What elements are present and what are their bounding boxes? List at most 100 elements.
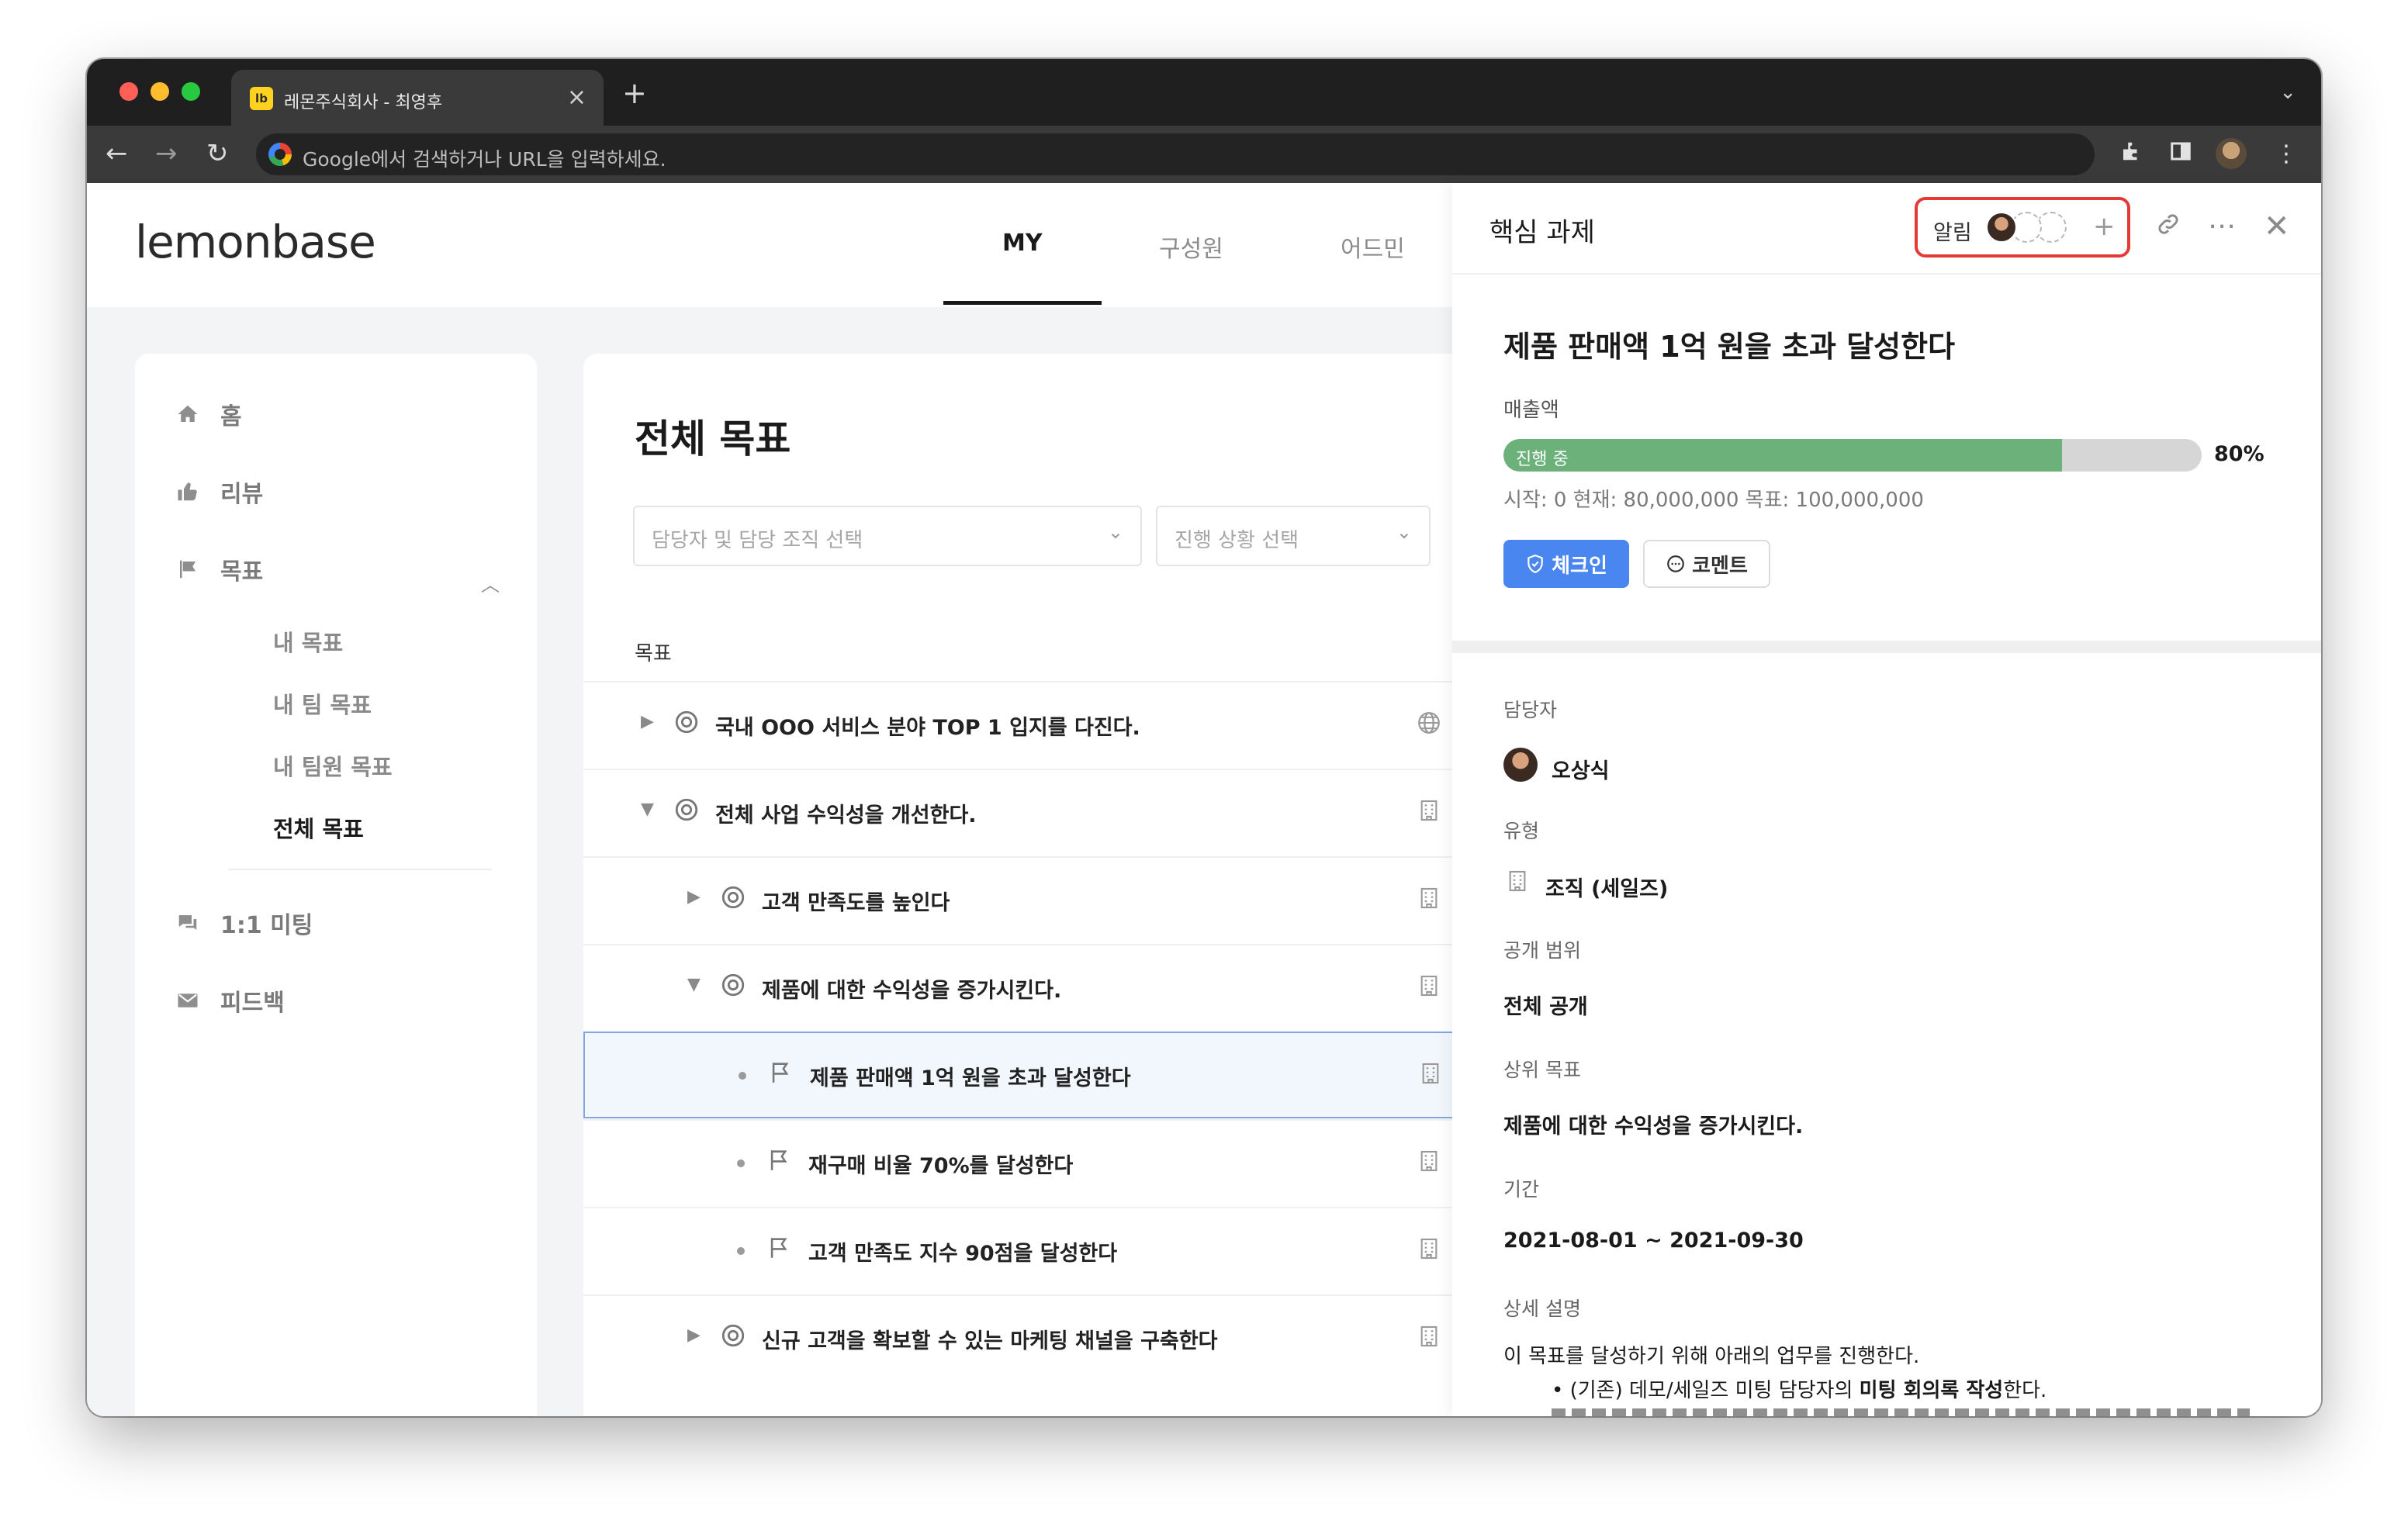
target-icon [718,883,748,912]
profile-avatar[interactable] [2216,138,2247,169]
sidebar-subitem-member-goals[interactable]: 내 팀원 목표 [273,749,393,782]
sidebar-item-goals[interactable]: 목표 [172,554,264,586]
more-horizontal-icon[interactable]: ⋯ [2208,211,2236,242]
caret-right-icon[interactable]: ▶ [641,712,654,731]
nav-tab-members[interactable]: 구성원 [1159,230,1223,264]
back-arrow-icon[interactable]: ← [106,138,128,169]
goal-title: 제품 판매액 1억 원을 초과 달성한다 [810,1066,1131,1090]
comment-button[interactable]: 코멘트 [1643,540,1770,588]
goal-row[interactable]: ▼ 전체 사업 수익성을 개선한다. [583,769,1468,855]
parent-goal-value[interactable]: 제품에 대한 수익성을 증가시킨다. [1503,1109,1803,1139]
building-icon [1415,884,1443,912]
goal-row[interactable]: ▶ 국내 OOO 서비스 분야 TOP 1 입지를 다진다. [583,681,1468,768]
goal-row[interactable]: 재구매 비율 70%를 달성한다 [583,1119,1468,1206]
chat-bubbles-icon [172,907,203,938]
forward-arrow-icon[interactable]: → [155,138,178,169]
notification-subscribers[interactable]: 알림 + [1915,197,2130,257]
sidebar-subitem-team-goals[interactable]: 내 팀 목표 [273,687,372,720]
extensions-puzzle-icon[interactable] [2119,140,2143,171]
description-bullet: • (기존) 데모/세일즈 미팅 담당자의 미팅 회의록 작성한다. [1552,1374,2046,1403]
reload-icon[interactable]: ↻ [206,138,229,169]
column-header-goal: 목표 [635,642,672,665]
tab-strip: lb 레몬주식회사 - 최영후 × + ⌄ [87,59,2321,126]
type-value: 조직 (세일즈) [1545,877,1669,901]
subscriber-avatar[interactable] [1986,212,2017,243]
status-filter-select[interactable]: 진행 상황 선택 ⌄ [1156,506,1431,566]
sidebar: 홈 리뷰 목표 ︿ 내 목표 내 팀 목표 내 팀원 목표 전체 목표 1:1 … [135,354,537,1416]
caret-down-icon[interactable]: ▼ [687,975,701,994]
goal-row[interactable]: ▶ 신규 고객을 확보할 수 있는 마케팅 채널을 구축한다 [583,1294,1468,1381]
add-subscriber-icon[interactable]: + [2093,211,2116,242]
shield-check-icon [1527,555,1543,573]
target-icon [672,707,701,737]
zoom-window-button[interactable] [182,82,200,101]
tab-title: 레몬주식회사 - 최영후 [284,93,443,112]
comment-label: 코멘트 [1692,554,1748,578]
metric-label: 매출액 [1503,399,1559,422]
sidebar-subitem-all-goals[interactable]: 전체 목표 [273,811,364,844]
sidebar-item-meeting[interactable]: 1:1 미팅 [172,907,313,939]
building-icon [1415,1322,1443,1350]
app-header: lemonbase MY 구성원 어드민 [87,183,1452,307]
home-icon [172,399,203,430]
chevron-down-icon: ⌄ [1396,521,1412,543]
description-bullet-prefix: • (기존) 데모/세일즈 미팅 담당자의 [1552,1379,1860,1402]
goal-row[interactable]: ▶ 고객 만족도를 높인다 [583,856,1468,943]
caret-right-icon[interactable]: ▶ [687,1325,701,1345]
sidebar-item-review[interactable]: 리뷰 [172,476,263,508]
building-icon [1417,1059,1444,1087]
chevron-up-icon[interactable]: ︿ [481,569,500,596]
lemonbase-logo[interactable]: lemonbase [135,216,376,268]
goal-title: 제품에 대한 수익성을 증가시킨다. [762,979,1062,1003]
sidebar-item-feedback[interactable]: 피드백 [172,985,285,1017]
owner-name[interactable]: 오상식 [1552,754,1610,784]
owner-label: 담당자 [1503,699,1558,721]
flag-icon [765,1146,794,1175]
flag-icon [172,554,203,585]
detail-panel-header: 핵심 과제 알림 + ⋯ ✕ [1452,183,2321,275]
tab-search-chevron-icon[interactable]: ⌄ [2279,81,2296,104]
flag-icon [766,1058,796,1087]
goal-title: 국내 OOO 서비스 분야 TOP 1 입지를 다진다. [715,716,1140,740]
new-tab-icon[interactable]: + [622,78,647,109]
notification-label: 알림 [1933,221,1972,245]
checkin-button[interactable]: 체크인 [1503,540,1629,588]
owner-avatar [1503,748,1538,782]
address-placeholder: Google에서 검색하거나 URL을 입력하세요. [303,148,666,171]
link-icon[interactable] [2155,211,2181,244]
sidebar-divider [228,869,492,870]
goal-row-selected[interactable]: 제품 판매액 1억 원을 초과 달성한다 [583,1032,1468,1118]
sidebar-item-home[interactable]: 홈 [172,399,242,430]
minimize-window-button[interactable] [150,82,169,101]
goal-title: 재구매 비율 70%를 달성한다 [808,1154,1074,1178]
caret-down-icon[interactable]: ▼ [641,800,654,819]
side-panel-icon[interactable] [2169,140,2192,171]
browser-toolbar: ← → ↻ Google에서 검색하거나 URL을 입력하세요. ⋮ [87,126,2321,183]
close-icon[interactable]: ✕ [2264,211,2290,242]
building-icon [1415,1235,1443,1263]
google-icon [268,143,292,166]
goal-title: 고객 만족도 지수 90점을 달성한다 [808,1242,1118,1266]
browser-tab[interactable]: lb 레몬주식회사 - 최영후 × [231,70,604,126]
thumbs-up-icon [172,476,203,507]
tab-close-icon[interactable]: × [567,84,586,112]
period-label: 기간 [1503,1178,1540,1201]
sidebar-item-label: 홈 [220,403,242,430]
nav-tab-admin[interactable]: 어드민 [1341,230,1405,264]
address-bar[interactable]: Google에서 검색하거나 URL을 입력하세요. [256,133,2095,175]
goal-title: 제품 판매액 1억 원을 초과 달성한다 [1503,330,1956,364]
more-vertical-icon[interactable]: ⋮ [2275,140,2298,169]
goal-row[interactable]: ▼ 제품에 대한 수익성을 증가시킨다. [583,944,1468,1031]
building-icon [1415,1147,1443,1175]
caret-right-icon[interactable]: ▶ [687,887,701,907]
owner-filter-select[interactable]: 담당자 및 담당 조직 선택 ⌄ [633,506,1142,566]
description-bullet-bold: 미팅 회의록 작성 [1859,1379,2004,1402]
bullet-dot-icon [737,1247,745,1255]
progress-stats: 시작: 0 현재: 80,000,000 목표: 100,000,000 [1503,489,1924,512]
nav-tab-my[interactable]: MY [1002,230,1043,257]
envelope-icon [172,985,203,1016]
sidebar-subitem-my-goals[interactable]: 내 목표 [273,625,343,658]
close-window-button[interactable] [119,82,138,101]
goal-row[interactable]: 고객 만족도 지수 90점을 달성한다 [583,1207,1468,1294]
sidebar-item-label: 목표 [220,558,264,586]
